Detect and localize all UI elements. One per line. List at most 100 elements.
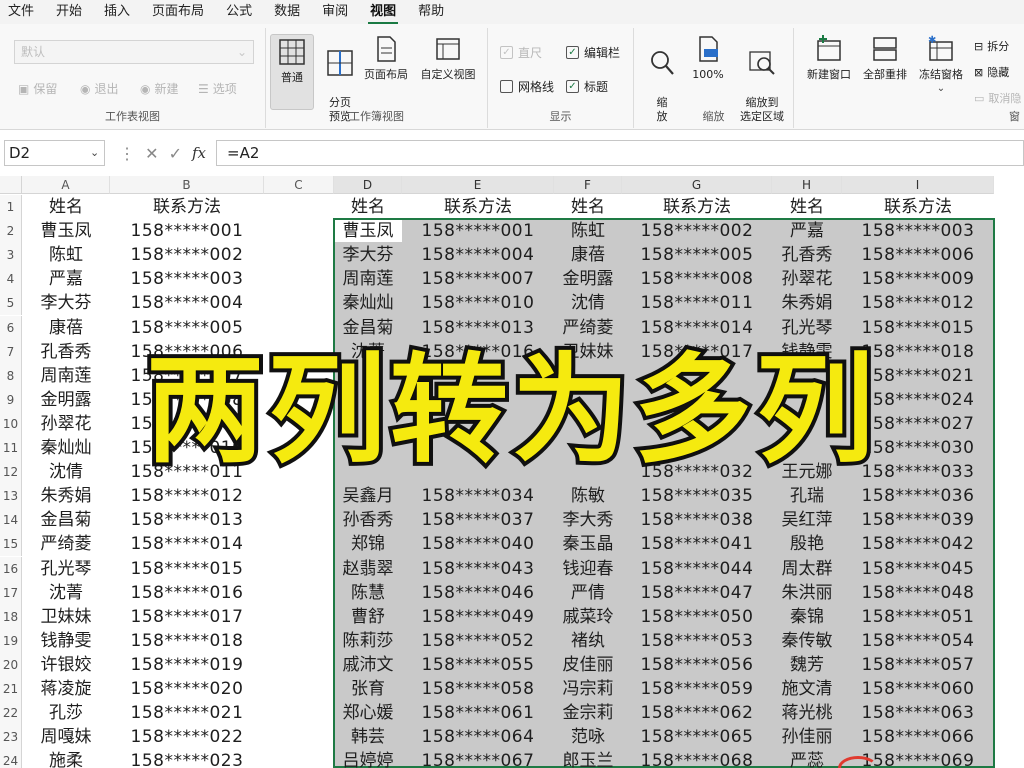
table-cell[interactable]: 158*****010 xyxy=(402,291,554,315)
row-header[interactable]: 18 xyxy=(0,604,22,629)
column-header-h[interactable]: H xyxy=(772,176,842,194)
menu-tab[interactable]: 公式 xyxy=(224,0,254,24)
table-cell[interactable]: 陈慧 xyxy=(334,581,402,605)
insert-function-icon[interactable]: fx xyxy=(192,144,206,162)
table-cell[interactable]: 金昌菊 xyxy=(334,316,402,340)
formula-input[interactable]: =A2 xyxy=(216,140,1024,166)
table-cell[interactable]: 朱秀娟 xyxy=(22,484,110,508)
table-cell[interactable]: 158*****001 xyxy=(110,219,264,243)
table-cell[interactable]: 158*****044 xyxy=(622,557,772,581)
table-cell[interactable]: 姓名 xyxy=(334,195,402,219)
table-cell[interactable]: 158*****061 xyxy=(402,701,554,725)
table-cell[interactable]: 158*****035 xyxy=(622,484,772,508)
table-cell[interactable]: 郎玉兰 xyxy=(554,749,622,768)
table-cell[interactable]: 158*****004 xyxy=(402,243,554,267)
table-cell[interactable]: 朱秀娟 xyxy=(772,291,842,315)
menu-tab[interactable]: 插入 xyxy=(102,0,132,24)
table-cell[interactable]: 陈虹 xyxy=(22,243,110,267)
table-cell[interactable]: 158*****037 xyxy=(402,508,554,532)
table-cell[interactable]: 158*****003 xyxy=(110,267,264,291)
table-cell[interactable]: 孔光琴 xyxy=(22,557,110,581)
table-cell[interactable]: 陈莉莎 xyxy=(334,629,402,653)
table-cell[interactable]: 韩芸 xyxy=(334,725,402,749)
table-cell[interactable]: 158*****043 xyxy=(402,557,554,581)
table-cell[interactable]: 施柔 xyxy=(22,749,110,768)
table-cell[interactable]: 158*****068 xyxy=(622,749,772,768)
exit-button[interactable]: ◉ 退出 xyxy=(80,80,119,97)
ruler-checkbox[interactable]: ✓ 直尺 xyxy=(500,44,542,61)
table-cell[interactable]: 158*****004 xyxy=(110,291,264,315)
table-cell[interactable]: 158*****054 xyxy=(842,629,994,653)
table-cell[interactable]: 158*****019 xyxy=(110,653,264,677)
sheet-view-select[interactable]: 默认 ⌄ xyxy=(14,40,254,64)
table-cell[interactable]: 陈敏 xyxy=(554,484,622,508)
table-cell[interactable]: 158*****041 xyxy=(622,532,772,556)
table-cell[interactable]: 158*****034 xyxy=(402,484,554,508)
table-cell[interactable]: 严绮菱 xyxy=(22,532,110,556)
table-cell[interactable]: 孙佳丽 xyxy=(772,725,842,749)
table-cell[interactable]: 钱迎春 xyxy=(554,557,622,581)
table-cell[interactable]: 秦锦 xyxy=(772,605,842,629)
table-cell[interactable]: 联系方法 xyxy=(622,195,772,219)
table-cell[interactable]: 李大芬 xyxy=(334,243,402,267)
column-header-i[interactable]: I xyxy=(842,176,994,194)
table-cell[interactable]: 158*****006 xyxy=(842,243,994,267)
table-cell[interactable]: 金明露 xyxy=(554,267,622,291)
table-cell[interactable]: 康蓓 xyxy=(22,316,110,340)
unhide-button[interactable]: ▭ 取消隐 xyxy=(974,90,1021,106)
menu-tab[interactable]: 视图 xyxy=(368,0,399,24)
table-cell[interactable]: 158*****017 xyxy=(110,605,264,629)
column-header-f[interactable]: F xyxy=(554,176,622,194)
column-header-c[interactable]: C xyxy=(264,176,334,194)
table-cell[interactable]: 158*****008 xyxy=(622,267,772,291)
table-cell[interactable]: 李大秀 xyxy=(554,508,622,532)
table-cell[interactable]: 赵翡翠 xyxy=(334,557,402,581)
row-header[interactable]: 16 xyxy=(0,556,22,581)
table-cell[interactable]: 158*****065 xyxy=(622,725,772,749)
table-cell[interactable]: 158*****015 xyxy=(110,557,264,581)
options-button[interactable]: ☰ 选项 xyxy=(198,80,237,97)
table-cell[interactable]: 158*****007 xyxy=(402,267,554,291)
row-header[interactable]: 5 xyxy=(0,291,22,316)
table-cell[interactable]: 158*****049 xyxy=(402,605,554,629)
normal-view-button[interactable]: 普通 xyxy=(270,34,314,110)
column-header-a[interactable]: A xyxy=(22,176,110,194)
column-header-g[interactable]: G xyxy=(622,176,772,194)
table-cell[interactable]: 钱静雯 xyxy=(22,629,110,653)
headings-checkbox[interactable]: ✓ 标题 xyxy=(566,78,608,95)
table-cell[interactable]: 158*****063 xyxy=(842,701,994,725)
table-cell[interactable]: 158*****047 xyxy=(622,581,772,605)
table-cell[interactable]: 158*****005 xyxy=(110,316,264,340)
page-layout-button[interactable]: 页面布局 xyxy=(360,34,412,82)
table-cell[interactable]: 蒋凌旋 xyxy=(22,677,110,701)
table-cell[interactable]: 严绮菱 xyxy=(554,316,622,340)
table-cell[interactable]: 范咏 xyxy=(554,725,622,749)
table-cell[interactable]: 158*****051 xyxy=(842,605,994,629)
table-cell[interactable]: 周太群 xyxy=(772,557,842,581)
table-cell[interactable]: 金昌菊 xyxy=(22,508,110,532)
gridlines-checkbox[interactable]: 网格线 xyxy=(500,78,554,95)
table-cell[interactable]: 吴鑫月 xyxy=(334,484,402,508)
row-header[interactable]: 6 xyxy=(0,315,22,340)
menu-tab[interactable]: 审阅 xyxy=(320,0,350,24)
table-cell[interactable]: 158*****002 xyxy=(622,219,772,243)
table-cell[interactable]: 158*****003 xyxy=(842,219,994,243)
table-cell[interactable]: 殷艳 xyxy=(772,532,842,556)
table-cell[interactable]: 姓名 xyxy=(772,195,842,219)
menu-tab[interactable]: 文件 xyxy=(6,0,36,24)
row-header[interactable]: 2 xyxy=(0,219,22,244)
table-cell[interactable]: 皮佳丽 xyxy=(554,653,622,677)
row-header[interactable]: 14 xyxy=(0,508,22,533)
table-cell[interactable]: 姓名 xyxy=(554,195,622,219)
table-cell[interactable]: 158*****046 xyxy=(402,581,554,605)
formula-bar-checkbox[interactable]: ✓ 编辑栏 xyxy=(566,44,620,61)
table-cell[interactable]: 158*****062 xyxy=(622,701,772,725)
table-cell[interactable]: 魏芳 xyxy=(772,653,842,677)
table-cell[interactable]: 158*****012 xyxy=(842,291,994,315)
row-header[interactable]: 20 xyxy=(0,652,22,677)
table-cell[interactable]: 吕婷婷 xyxy=(334,749,402,768)
table-cell[interactable]: 严嘉 xyxy=(772,219,842,243)
table-cell[interactable]: 158*****015 xyxy=(842,316,994,340)
table-cell[interactable]: 158*****002 xyxy=(110,243,264,267)
table-cell[interactable]: 158*****020 xyxy=(110,677,264,701)
